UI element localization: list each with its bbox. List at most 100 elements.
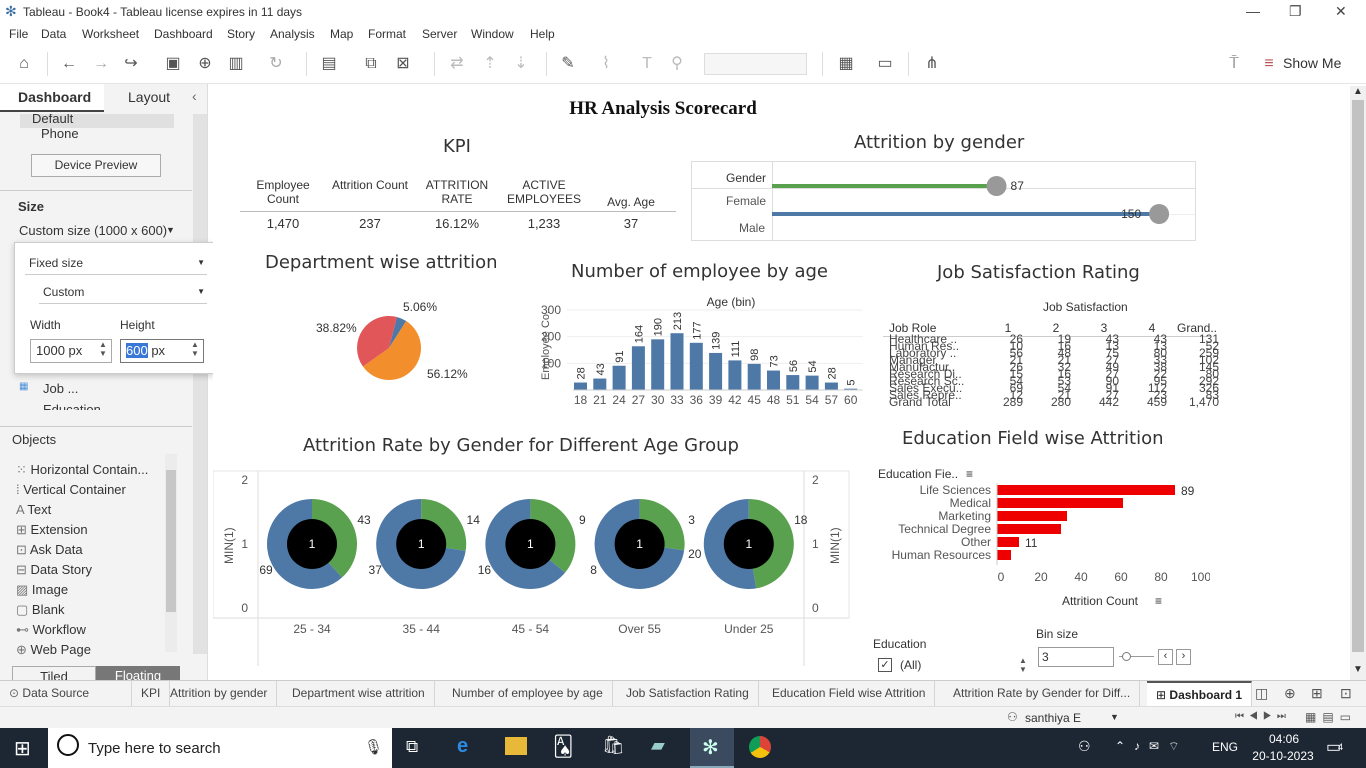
- store-icon[interactable]: 🛍: [602, 735, 625, 756]
- redo-icon[interactable]: →: [90, 53, 112, 75]
- filter-scroll-icon[interactable]: ▲ ▼: [1019, 656, 1027, 674]
- tab-attrition-rate-by-gender[interactable]: Attrition Rate by Gender for Diff...: [944, 681, 1141, 706]
- home-icon[interactable]: ⌂: [13, 53, 35, 75]
- object-ask-data[interactable]: ⊡ Ask Data: [16, 542, 83, 558]
- menu-window[interactable]: Window: [471, 27, 514, 41]
- new-story-tab-icon[interactable]: ⊡: [1340, 685, 1352, 702]
- object-workflow[interactable]: ⊷ Workflow: [16, 622, 86, 638]
- object-horizontal-container[interactable]: ⁙ Horizontal Contain...: [16, 462, 148, 478]
- collapse-icon[interactable]: ‹: [192, 88, 197, 104]
- undo-icon[interactable]: ←: [58, 53, 80, 75]
- custom-dropdown[interactable]: Custom ▼: [39, 282, 207, 304]
- pin-icon[interactable]: ⚲: [666, 53, 688, 75]
- file-explorer-icon[interactable]: [505, 737, 527, 755]
- swap-icon[interactable]: ⇄: [446, 53, 468, 75]
- tab-dashboard-1[interactable]: ⊞ Dashboard 1: [1147, 681, 1253, 706]
- canvas-scrollbar[interactable]: ▲ ▼: [1350, 86, 1366, 680]
- menu-analysis[interactable]: Analysis: [270, 27, 315, 41]
- presentation-mode-icon[interactable]: ▭: [874, 53, 896, 75]
- sidebar-scrollbar[interactable]: [193, 114, 207, 654]
- floating-button[interactable]: Floating: [96, 666, 180, 680]
- binsize-prev-button[interactable]: ‹: [1158, 649, 1173, 665]
- object-web-page[interactable]: ⊕ Web Page: [16, 642, 91, 658]
- menu-format[interactable]: Format: [368, 27, 406, 41]
- tab-dashboard[interactable]: Dashboard: [0, 84, 104, 112]
- new-worksheet-tab-icon[interactable]: ⊕: [1284, 685, 1296, 702]
- object-image[interactable]: ▨ Image: [16, 582, 68, 598]
- object-data-story[interactable]: ⊟ Data Story: [16, 562, 92, 578]
- tab-education-field-wise-attrition[interactable]: Education Field wise Attrition: [763, 681, 936, 706]
- menu-data[interactable]: Data: [41, 27, 66, 41]
- clock-date[interactable]: 20-10-2023: [1250, 749, 1316, 763]
- tab-attrition-by-gender[interactable]: Attrition by gender: [161, 681, 278, 706]
- size-dropdown[interactable]: Custom size (1000 x 600): [19, 223, 167, 238]
- pause-updates-icon[interactable]: ▥: [225, 53, 247, 75]
- device-phone[interactable]: Phone: [41, 126, 79, 141]
- tab-layout[interactable]: Layout ‹: [104, 84, 208, 112]
- format-painter-icon[interactable]: ⍑: [1223, 53, 1245, 75]
- tab-number-of-employee-by-age[interactable]: Number of employee by age: [443, 681, 613, 706]
- education-filter-all[interactable]: (All): [900, 658, 921, 672]
- refresh-icon[interactable]: ↻: [265, 53, 287, 75]
- minimize-icon[interactable]: —: [1246, 3, 1260, 19]
- tab-job-satisfaction-rating[interactable]: Job Satisfaction Rating: [617, 681, 759, 706]
- windows-start-icon[interactable]: ⊞: [14, 736, 31, 761]
- share-icon[interactable]: ⋔: [921, 53, 943, 75]
- show-me-button[interactable]: Show Me: [1283, 55, 1341, 71]
- system-tray-icons[interactable]: ⌃♪✉⌔: [1115, 739, 1188, 754]
- menu-dashboard[interactable]: Dashboard: [154, 27, 213, 41]
- object-extension[interactable]: ⊞ Extension: [16, 522, 88, 538]
- binsize-input[interactable]: 3: [1038, 647, 1114, 667]
- menu-map[interactable]: Map: [330, 27, 353, 41]
- people-icon[interactable]: ⚇: [1078, 738, 1091, 755]
- user-name[interactable]: santhiya E: [1025, 711, 1081, 725]
- edge-icon[interactable]: e: [457, 735, 468, 758]
- sheet-item-job[interactable]: Job ...: [43, 381, 78, 396]
- new-dashboard-tab-icon[interactable]: ⊞: [1311, 685, 1323, 702]
- fixed-size-dropdown[interactable]: Fixed size ▼: [25, 253, 207, 275]
- menu-server[interactable]: Server: [422, 27, 457, 41]
- clock-time[interactable]: 04:06: [1264, 732, 1304, 746]
- language-indicator[interactable]: ENG: [1212, 740, 1238, 754]
- presentation-chart-icon[interactable]: ▦: [835, 53, 857, 75]
- new-worksheet-icon[interactable]: ▤: [318, 53, 340, 75]
- binsize-slider-handle[interactable]: [1122, 652, 1131, 661]
- chrome-icon[interactable]: [749, 736, 771, 758]
- close-icon[interactable]: ✕: [1335, 3, 1347, 20]
- new-datasource-tab-icon[interactable]: ◫: [1255, 685, 1268, 702]
- device-preview-button[interactable]: Device Preview: [31, 154, 161, 177]
- solitaire-icon[interactable]: 🂡: [553, 734, 573, 759]
- highlight-icon[interactable]: ✎: [557, 53, 579, 75]
- menu-help[interactable]: Help: [530, 27, 555, 41]
- restore-icon[interactable]: ❐: [1289, 3, 1302, 20]
- labels-icon[interactable]: T: [636, 53, 658, 75]
- tab-department-wise-attrition[interactable]: Department wise attrition: [283, 681, 435, 706]
- taskbar-search[interactable]: Type here to search 🎙: [48, 728, 392, 768]
- replay-icon[interactable]: ↪: [120, 53, 142, 75]
- clear-sheet-icon[interactable]: ⊠: [392, 53, 414, 75]
- microphone-icon[interactable]: 🎙: [364, 738, 383, 756]
- save-icon[interactable]: ▣: [162, 53, 184, 75]
- app-icon[interactable]: ▰: [651, 735, 665, 756]
- education-filter-checkbox[interactable]: ✓: [878, 658, 892, 672]
- taskbar-tableau[interactable]: ✻: [690, 728, 734, 768]
- tiled-button[interactable]: Tiled: [12, 666, 96, 680]
- sheet-nav-icons[interactable]: ⏮◀▶⏭: [1235, 711, 1291, 722]
- menu-file[interactable]: File: [9, 27, 28, 41]
- menu-worksheet[interactable]: Worksheet: [82, 27, 139, 41]
- object-vertical-container[interactable]: ⁞ Vertical Container: [16, 482, 126, 497]
- tab-data-source[interactable]: ⊙ Data Source: [0, 681, 132, 706]
- task-view-icon[interactable]: ⧉: [406, 737, 418, 757]
- object-blank[interactable]: ▢ Blank: [16, 602, 64, 618]
- user-dropdown-icon[interactable]: ▼: [1110, 712, 1119, 722]
- size-dropdown-arrow-icon[interactable]: ▼: [166, 225, 175, 235]
- new-datasource-icon[interactable]: ⊕: [194, 53, 216, 75]
- group-icon[interactable]: ⌇: [595, 53, 617, 75]
- fit-dropdown[interactable]: [704, 53, 807, 75]
- object-text[interactable]: A Text: [16, 502, 51, 517]
- sheet-item-education[interactable]: Education: [43, 402, 101, 410]
- duplicate-icon[interactable]: ⧉: [360, 53, 382, 75]
- menu-story[interactable]: Story: [227, 27, 255, 41]
- view-mode-icons[interactable]: ▦▤▭: [1305, 710, 1357, 724]
- sort-desc-icon[interactable]: ⇣: [510, 53, 532, 75]
